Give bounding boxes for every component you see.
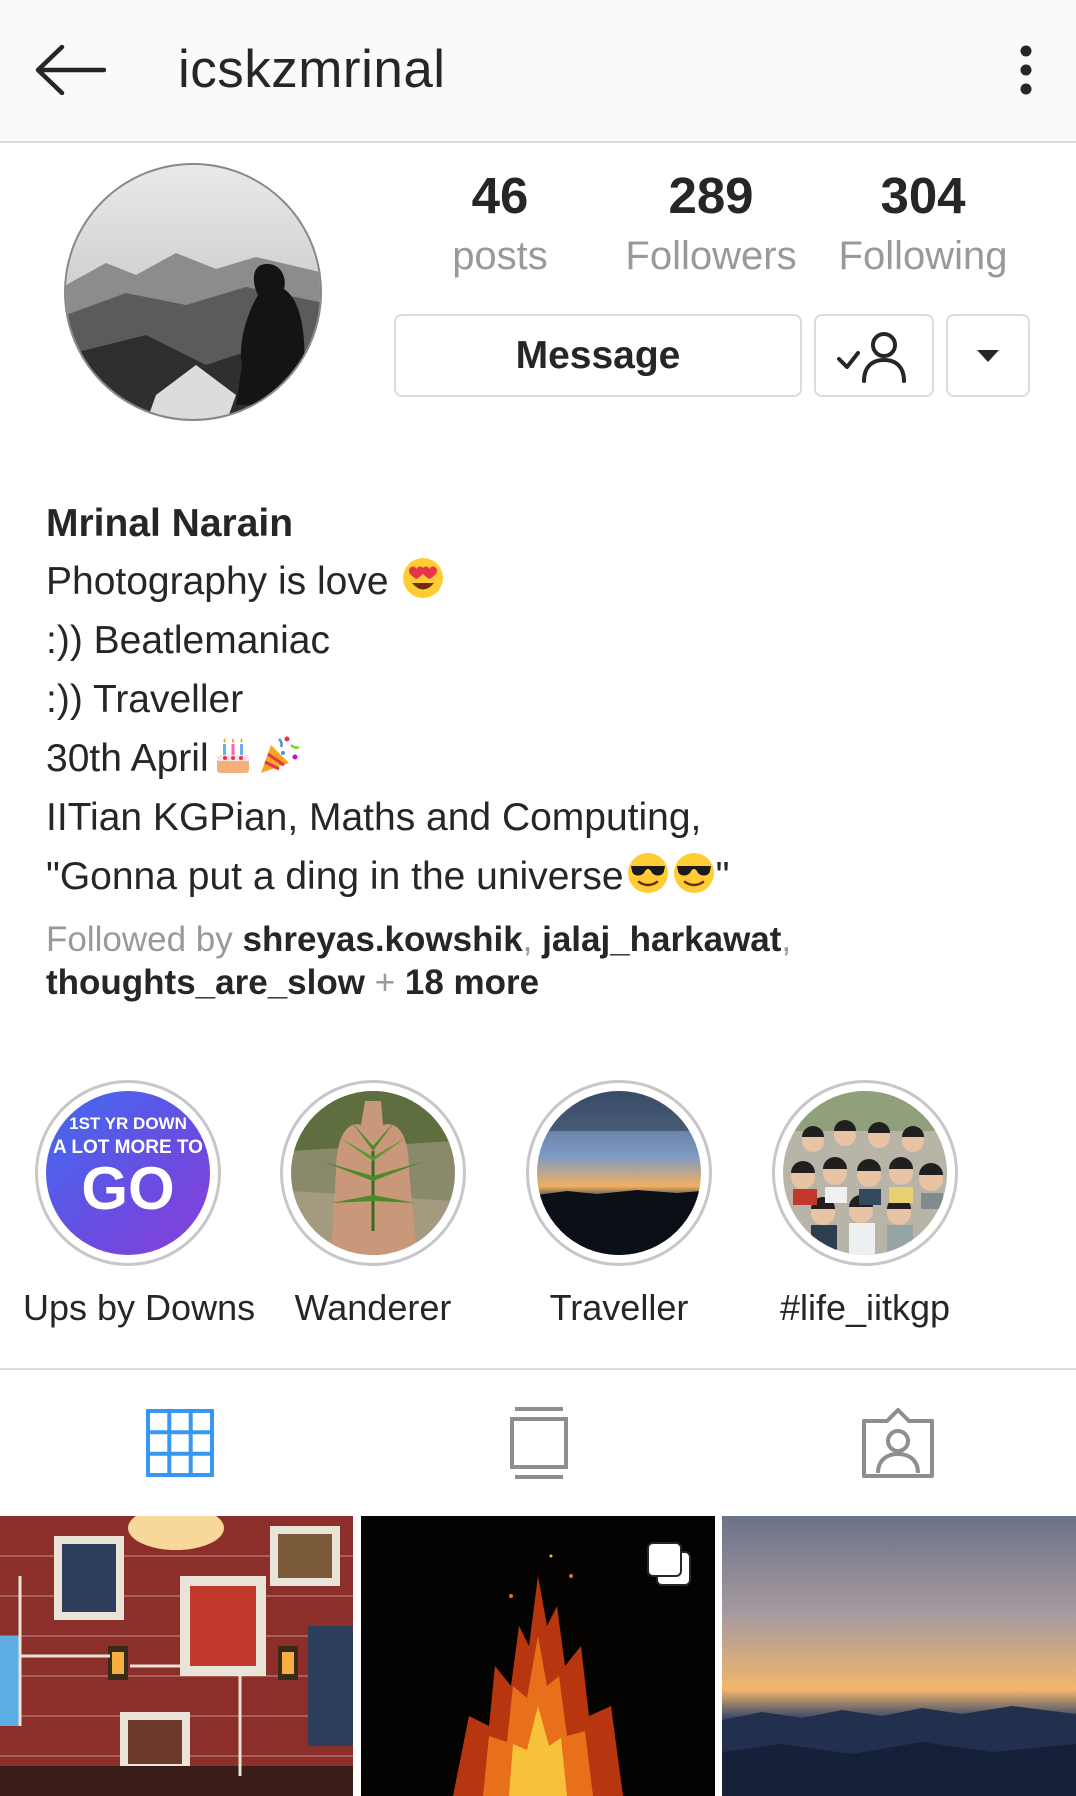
- more-followers-link[interactable]: 18 more: [405, 963, 539, 1002]
- bio-text: "Gonna put a ding in the universe: [46, 855, 624, 898]
- multiple-photos-icon: [647, 1542, 691, 1586]
- highlight-ring: [280, 1080, 466, 1266]
- back-arrow-icon: [35, 45, 106, 95]
- bio-text: :)) Traveller: [46, 678, 244, 721]
- sunglasses-emoji-icon: [627, 853, 668, 893]
- back-button[interactable]: [30, 38, 110, 102]
- profile-bio: Mrinal Narain Photography is love :)) Be…: [46, 496, 1046, 906]
- followers-label: Followers: [625, 234, 797, 278]
- sunglasses-emoji-icon: [673, 853, 714, 893]
- tab-feed[interactable]: [359, 1370, 718, 1516]
- highlight-cover-image: [537, 1091, 701, 1255]
- highlight-cover-text: 1ST YR DOWN: [69, 1114, 187, 1133]
- birthday-cake-emoji-icon: [216, 738, 249, 773]
- heart-eyes-emoji-icon: [403, 558, 444, 598]
- following-status-button[interactable]: [814, 314, 934, 397]
- bio-text: IITian KGPian, Maths and Computing,: [46, 796, 702, 839]
- bio-text: ": [715, 855, 730, 898]
- highlight-wanderer[interactable]: Wanderer: [268, 1080, 478, 1330]
- following-label: Following: [838, 234, 1008, 278]
- tagged-icon: [861, 1408, 934, 1478]
- highlight-ring: 1ST YR DOWN A LOT MORE TO GO: [35, 1080, 221, 1266]
- highlight-label: Wanderer: [294, 1287, 452, 1328]
- highlight-traveller[interactable]: Traveller: [514, 1080, 724, 1330]
- post-thumbnail[interactable]: [722, 1516, 1076, 1796]
- tab-grid[interactable]: [0, 1370, 359, 1516]
- highlight-label: Ups by Downs: [23, 1287, 256, 1328]
- bio-line: "Gonna put a ding in the universe ": [46, 847, 1046, 906]
- bio-line: 30th April: [46, 729, 1046, 788]
- tab-tagged[interactable]: [718, 1370, 1076, 1516]
- highlight-ring: [526, 1080, 712, 1266]
- app-bar: icskzmrinal: [0, 0, 1076, 143]
- post-thumbnail[interactable]: [0, 1516, 353, 1796]
- profile-full-name: Mrinal Narain: [46, 502, 294, 545]
- post-grid: [0, 1516, 1076, 1796]
- profile-username: icskzmrinal: [178, 40, 446, 99]
- post-image: [722, 1516, 1076, 1796]
- following-count: 304: [880, 167, 966, 224]
- post-image: [0, 1516, 353, 1796]
- highlight-cover: [783, 1091, 947, 1255]
- mutual-follower-link[interactable]: thoughts_are_slow: [46, 963, 365, 1002]
- grid-icon: [145, 1409, 214, 1477]
- highlight-life-iitkgp[interactable]: #life_iitkgp: [760, 1080, 970, 1330]
- bio-text: Photography is love: [46, 560, 389, 603]
- mutual-follower-link[interactable]: jalaj_harkawat: [542, 920, 781, 959]
- posts-count: 46: [471, 167, 529, 224]
- highlight-ups-by-downs[interactable]: 1ST YR DOWN A LOT MORE TO GO Ups by Down…: [23, 1080, 256, 1330]
- followed-by[interactable]: Followed by shreyas.kowshik, jalaj_harka…: [46, 918, 1046, 1004]
- feed-icon: [509, 1407, 568, 1479]
- stat-following[interactable]: 304 Following: [823, 165, 1023, 285]
- posts-label: posts: [452, 234, 548, 278]
- highlight-ring: [772, 1080, 958, 1266]
- stat-followers[interactable]: 289 Followers: [611, 165, 811, 285]
- avatar-photo: [66, 165, 320, 419]
- highlight-label: #life_iitkgp: [779, 1287, 951, 1328]
- party-popper-emoji-icon: [260, 736, 300, 773]
- more-vertical-icon: [1020, 45, 1032, 95]
- more-options-button[interactable]: [1002, 38, 1050, 102]
- stat-posts[interactable]: 46 posts: [400, 165, 600, 285]
- caret-down-icon: [977, 349, 999, 362]
- highlight-cover-image: [783, 1091, 947, 1255]
- followed-by-plus: +: [374, 963, 396, 1002]
- highlight-label: Traveller: [549, 1287, 689, 1328]
- highlight-cover: [537, 1091, 701, 1255]
- followed-by-prefix: Followed by: [46, 920, 233, 959]
- highlight-cover-image: 1ST YR DOWN A LOT MORE TO GO: [46, 1091, 210, 1255]
- bio-text: 30th April: [46, 737, 209, 780]
- highlight-cover-image: [291, 1091, 455, 1255]
- bio-line: Photography is love: [46, 552, 1046, 611]
- suggested-accounts-dropdown[interactable]: [946, 314, 1030, 397]
- post-thumbnail[interactable]: [361, 1516, 715, 1796]
- message-button[interactable]: Message: [394, 314, 802, 397]
- following-check-icon: [837, 331, 906, 383]
- profile-tab-bar: [0, 1368, 1076, 1516]
- bio-text: :)) Beatlemaniac: [46, 619, 330, 662]
- highlight-cover: 1ST YR DOWN A LOT MORE TO GO: [46, 1091, 210, 1255]
- profile-avatar[interactable]: [64, 163, 322, 421]
- highlight-cover-text: GO: [81, 1155, 174, 1222]
- highlight-cover: [291, 1091, 455, 1255]
- followers-count: 289: [668, 167, 754, 224]
- mutual-follower-link[interactable]: shreyas.kowshik: [243, 920, 523, 959]
